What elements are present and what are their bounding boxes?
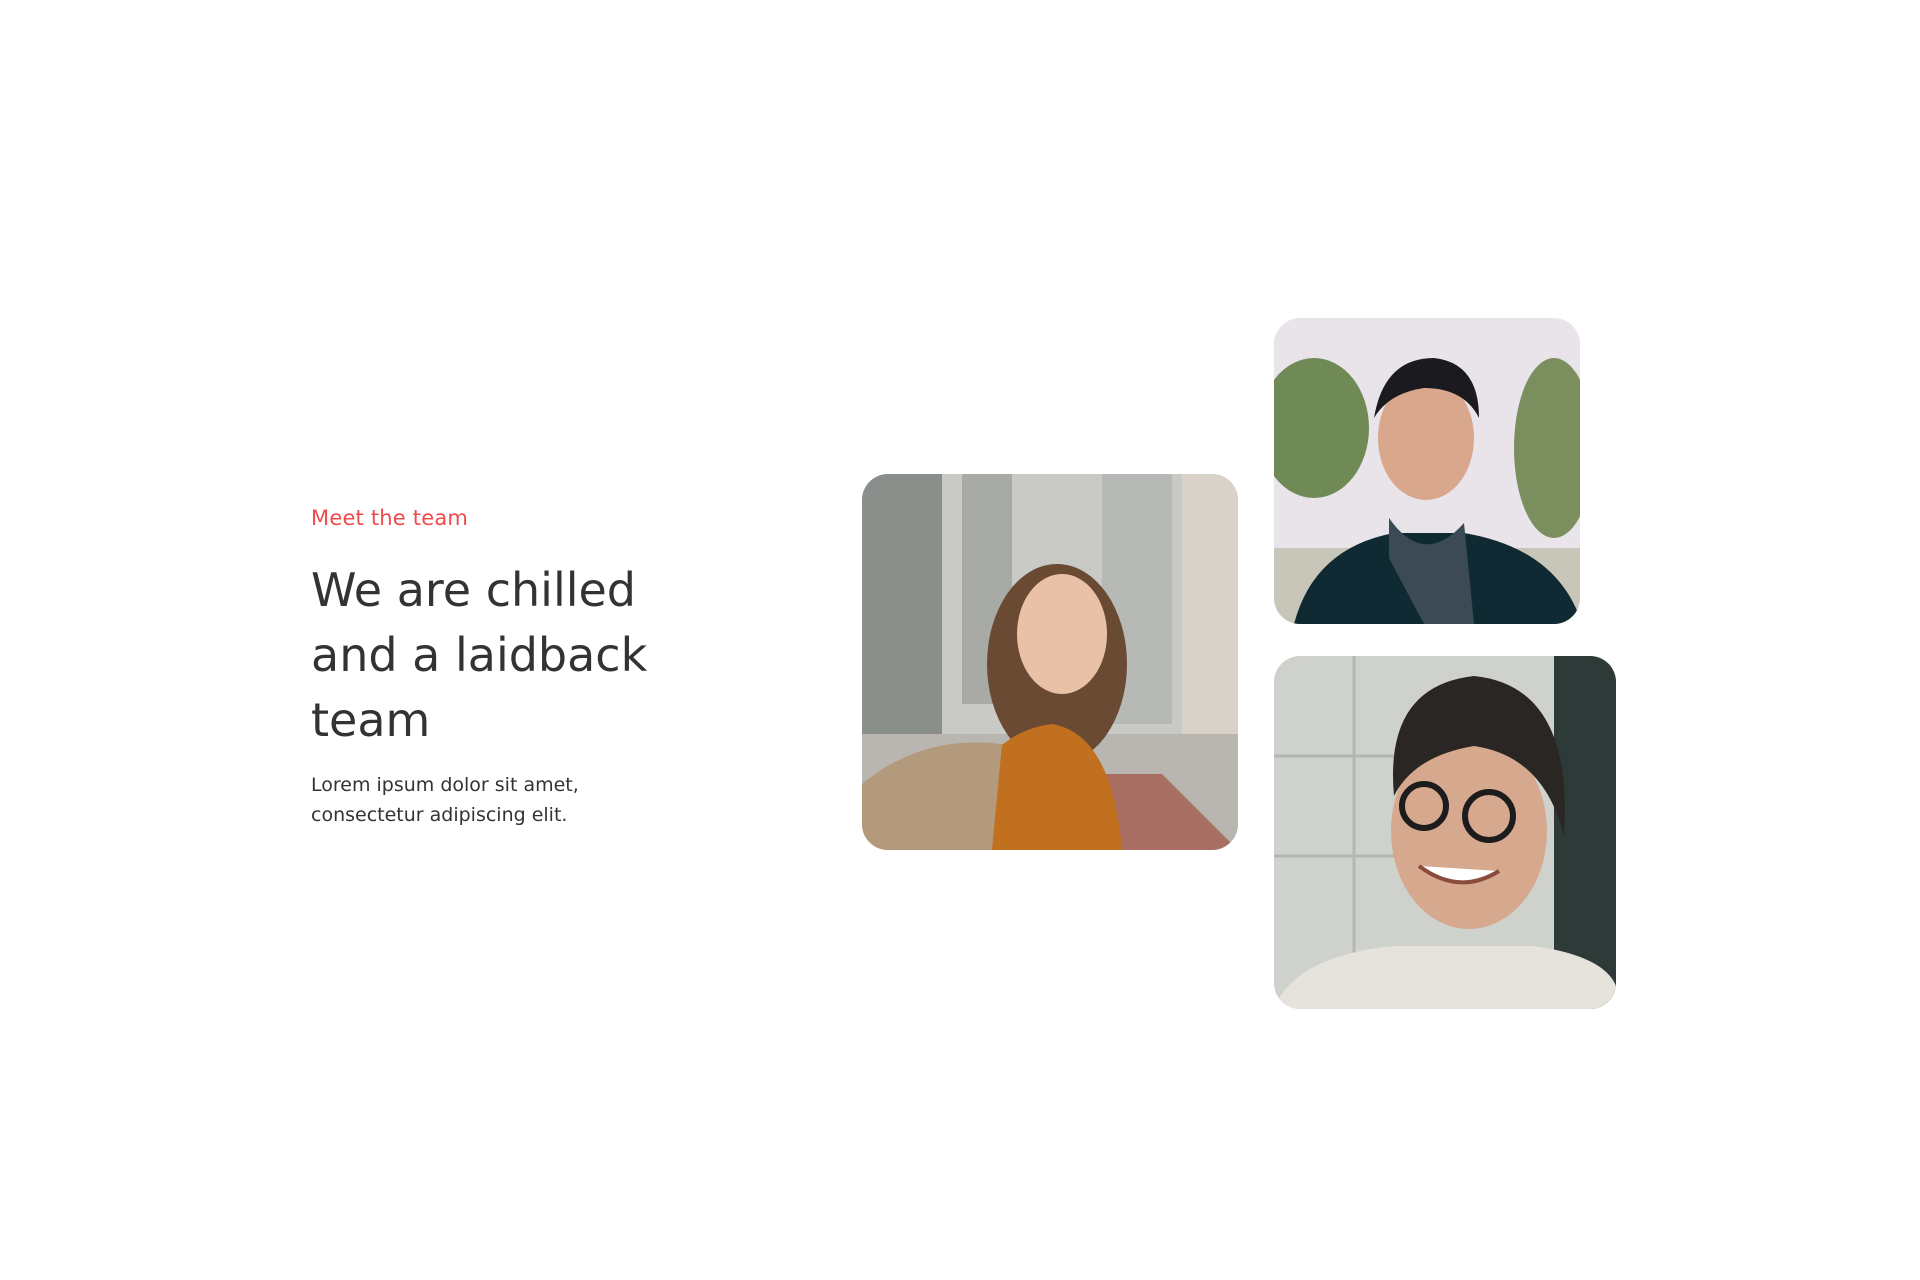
team-photo-man-glasses: [1274, 656, 1616, 1009]
section-title: We are chilled and a laidback team: [311, 563, 648, 747]
team-photo-man-scarf: [1274, 318, 1580, 624]
team-photo-woman: [862, 474, 1238, 850]
section-eyebrow: Meet the team: [311, 506, 469, 530]
section-description: Lorem ipsum dolor sit amet, consectetur …: [311, 774, 579, 826]
